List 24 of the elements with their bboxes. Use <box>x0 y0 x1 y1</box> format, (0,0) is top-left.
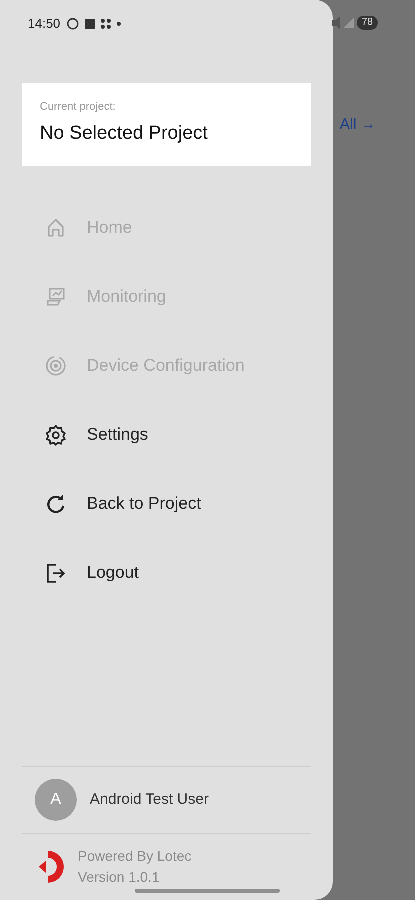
settings-icon <box>45 424 67 446</box>
checkbox-icon <box>84 19 95 29</box>
menu-item[interactable]: Logout <box>0 538 333 607</box>
status-time: 14:50 <box>28 15 61 34</box>
logout-icon <box>45 562 67 584</box>
gesture-bar[interactable] <box>135 889 280 893</box>
apps-icon <box>100 19 111 29</box>
battery-indicator: 78 <box>357 16 378 30</box>
user-name: Android Test User <box>90 790 209 810</box>
menu-item[interactable]: Settings <box>0 400 333 469</box>
project-card[interactable]: Current project: No Selected Project <box>22 83 311 166</box>
version-text: Version 1.0.1 <box>78 868 161 887</box>
powered-by-text: Powered By Lotec <box>78 847 192 866</box>
logo-icon <box>38 850 66 884</box>
target-icon <box>45 354 67 376</box>
menu-item[interactable]: Back to Project <box>0 469 333 538</box>
project-name: No Selected Project <box>40 122 209 146</box>
project-label: Current project: <box>40 100 117 115</box>
home-icon <box>45 216 67 238</box>
refresh-icon <box>45 492 67 514</box>
dot-icon <box>116 22 121 26</box>
signal-icon <box>330 16 356 30</box>
monitor-icon <box>45 286 67 308</box>
user-avatar: A <box>35 779 77 821</box>
